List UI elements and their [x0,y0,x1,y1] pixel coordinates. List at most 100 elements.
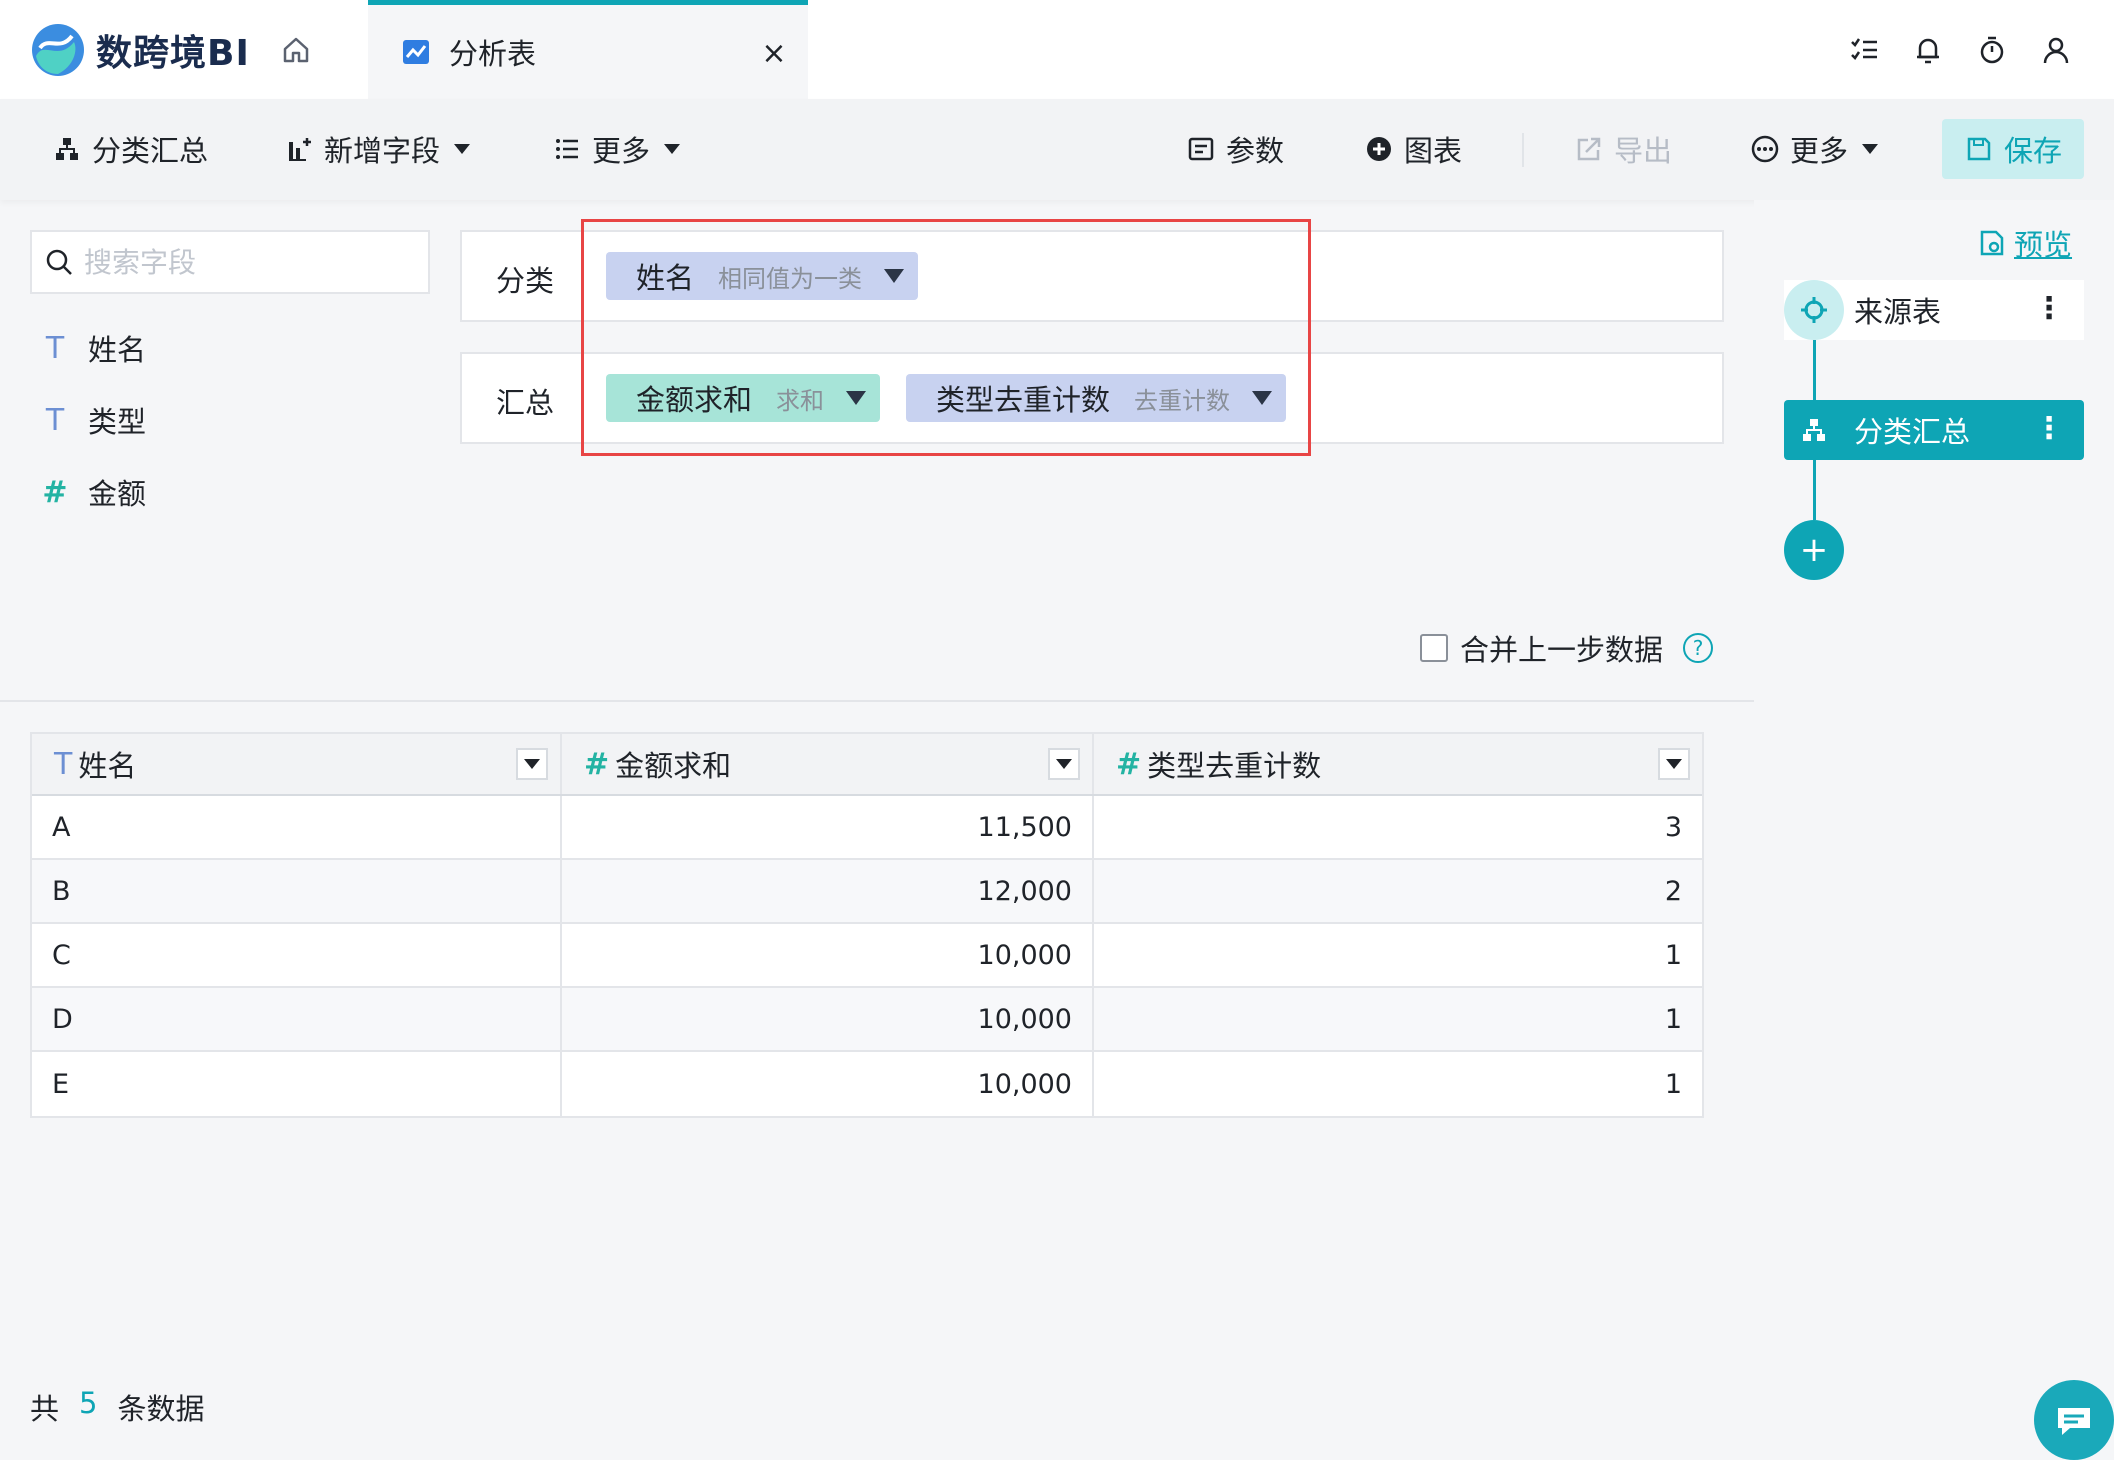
column-header-type-distinct[interactable]: # 类型去重计数 [1094,734,1702,794]
save-label: 保存 [2003,134,2062,168]
node-label: 来源表 [1854,295,1942,329]
field-label: 类型 [88,405,147,439]
summary-row[interactable]: 汇总 金额求和 求和 类型去重计数 去重计数 [460,352,1724,444]
params-icon [1186,134,1216,164]
save-button[interactable]: 保存 [1942,119,2084,179]
cell-amount-sum: 11,500 [562,796,1094,858]
preview-link[interactable]: 预览 [1978,222,2072,264]
cell-amount-sum: 12,000 [562,860,1094,922]
field-item-type[interactable]: T 类型 [40,398,146,442]
hierarchy-icon [52,134,82,164]
save-icon [1964,134,1994,164]
summary-chip-amount-sum[interactable]: 金额求和 求和 [606,374,881,422]
help-icon[interactable]: ? [1683,633,1714,663]
cell-name: A [32,796,562,858]
cell-amount-sum: 10,000 [562,924,1094,986]
chip-field: 金额求和 [636,383,753,417]
chip-field: 姓名 [636,261,695,295]
number-type-icon: # [584,746,610,782]
chart-button[interactable]: 图表 [1364,123,1462,175]
timer-button[interactable] [1974,28,2010,72]
summary-chip-type-distinct[interactable]: 类型去重计数 去重计数 [906,374,1287,422]
merge-checkbox[interactable] [1420,634,1448,662]
toolbar: 分类汇总 新增字段 更多 参数 图表 导出 更多 保存 [0,99,2114,200]
search-input[interactable] [84,245,414,279]
table-row[interactable]: E 10,000 1 [32,1052,1702,1116]
chip-mode: 求和 [776,386,825,415]
column-header-name[interactable]: T 姓名 [32,734,562,794]
text-type-icon: T [45,402,65,438]
chip-caret-icon[interactable] [884,269,905,283]
add-circle-icon [1364,134,1394,164]
summary-label: 汇总 [496,386,555,420]
logo-text: 数跨境BI [96,33,250,74]
app-logo[interactable]: 数跨境BI [30,22,250,78]
table-row[interactable]: C 10,000 1 [32,924,1702,988]
more-right-button[interactable]: 更多 [1750,123,1879,175]
more-left-label: 更多 [592,134,651,168]
tab-analysis-table[interactable]: 分析表 × [368,0,808,99]
pipeline-node-source[interactable]: 来源表 ⋮ [1784,280,2084,340]
add-field-button[interactable]: 新增字段 [284,123,471,175]
merge-label: 合并上一步数据 [1460,633,1664,667]
group-by-row[interactable]: 分类 姓名 相同值为一类 [460,230,1724,322]
row-count-prefix: 共 [30,1392,60,1426]
column-filter-icon[interactable] [1048,748,1080,780]
table-row[interactable]: D 10,000 1 [32,988,1702,1052]
number-type-icon: # [1116,746,1142,782]
field-label: 金额 [88,477,147,511]
more-right-caret-icon [1862,144,1879,154]
field-item-name[interactable]: T 姓名 [40,326,146,370]
home-icon [283,37,309,63]
field-search[interactable] [30,230,430,294]
preview-icon [1980,230,2004,256]
node-more-icon[interactable]: ⋮ [2034,294,2064,324]
user-button[interactable] [2038,28,2074,72]
crosshair-icon [1784,280,1844,340]
pipeline-connector [1813,460,1816,520]
column-header-amount-sum[interactable]: # 金额求和 [562,734,1094,794]
text-type-icon: T [45,330,65,366]
chip-caret-icon[interactable] [1252,391,1273,405]
preview-label: 预览 [2014,228,2073,262]
chat-support-button[interactable] [2034,1380,2114,1460]
params-button[interactable]: 参数 [1186,123,1284,175]
task-list-button[interactable] [1846,28,1882,72]
bell-icon [1917,38,1939,64]
column-filter-icon[interactable] [516,748,548,780]
pipeline-connector [1813,340,1816,400]
add-field-caret-icon [454,144,471,154]
cell-type-distinct: 1 [1664,1068,1682,1100]
group-summary-button[interactable]: 分类汇总 [52,123,208,175]
field-item-amount[interactable]: # 金额 [40,470,146,514]
add-step-button[interactable]: + [1784,520,1844,580]
notification-button[interactable] [1910,28,1946,72]
hierarchy-icon [1784,400,1844,460]
home-button[interactable] [272,30,320,70]
cell-type-distinct: 3 [1664,811,1682,843]
cell-name: B [32,860,562,922]
merge-previous-option[interactable]: 合并上一步数据 ? [1420,627,1714,669]
table-row[interactable]: B 12,000 2 [32,860,1702,924]
more-left-button[interactable]: 更多 [552,123,681,175]
header-label: 姓名 [78,749,137,783]
chip-field: 类型去重计数 [936,383,1111,417]
node-label: 分类汇总 [1854,415,1971,449]
group-chip-name[interactable]: 姓名 相同值为一类 [606,252,919,300]
tab-close-button[interactable]: × [756,33,792,73]
more-right-label: 更多 [1790,134,1849,168]
tab-label: 分析表 [449,37,537,71]
cell-type-distinct: 1 [1664,1003,1682,1035]
pipeline-node-group-summary[interactable]: 分类汇总 ⋮ [1784,400,2084,460]
toolbar-divider [1522,133,1524,167]
number-type-icon: # [42,474,68,510]
chip-caret-icon[interactable] [846,391,867,405]
node-more-icon[interactable]: ⋮ [2034,414,2064,444]
top-bar: 数跨境BI 分析表 × [0,0,2114,99]
table-row[interactable]: A 11,500 3 [32,796,1702,860]
export-button[interactable]: 导出 [1574,123,1672,175]
export-label: 导出 [1614,134,1673,168]
user-icon [2043,37,2069,64]
stopwatch-icon [1980,36,2004,64]
column-filter-icon[interactable] [1658,748,1690,780]
